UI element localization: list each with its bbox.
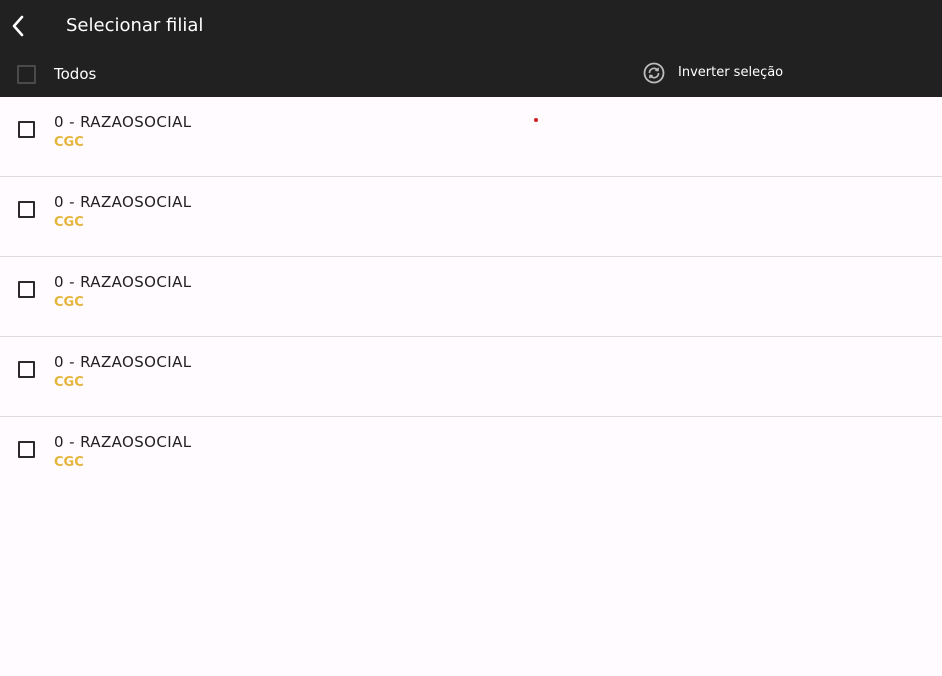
- list-item[interactable]: 0 - RAZAOSOCIAL CGC: [0, 417, 942, 497]
- app-bar: Selecionar filial Todos Inverter seleção: [0, 0, 942, 97]
- invert-selection-button[interactable]: Inverter seleção: [643, 61, 783, 85]
- select-all-toggle[interactable]: Todos: [0, 58, 300, 90]
- checkbox-unchecked-icon[interactable]: [18, 361, 35, 378]
- back-button[interactable]: [4, 8, 32, 44]
- item-title: 0 - RAZAOSOCIAL: [54, 193, 192, 211]
- item-title: 0 - RAZAOSOCIAL: [54, 113, 192, 131]
- list-item[interactable]: 0 - RAZAOSOCIAL CGC: [0, 337, 942, 417]
- item-title: 0 - RAZAOSOCIAL: [54, 433, 192, 451]
- list-item[interactable]: 0 - RAZAOSOCIAL CGC: [0, 97, 942, 177]
- checkbox-unchecked-icon[interactable]: [18, 281, 35, 298]
- list-item[interactable]: 0 - RAZAOSOCIAL CGC: [0, 177, 942, 257]
- item-subtitle: CGC: [54, 455, 84, 470]
- select-all-label: Todos: [54, 65, 97, 83]
- item-subtitle: CGC: [54, 375, 84, 390]
- invert-selection-label: Inverter seleção: [678, 65, 784, 80]
- list-item[interactable]: 0 - RAZAOSOCIAL CGC: [0, 257, 942, 337]
- chevron-left-icon: [12, 15, 24, 37]
- item-subtitle: CGC: [54, 135, 84, 150]
- checkbox-unchecked-icon[interactable]: [18, 121, 35, 138]
- item-title: 0 - RAZAOSOCIAL: [54, 353, 192, 371]
- item-subtitle: CGC: [54, 295, 84, 310]
- checkbox-unchecked-icon[interactable]: [18, 441, 35, 458]
- branch-list: 0 - RAZAOSOCIAL CGC 0 - RAZAOSOCIAL CGC …: [0, 97, 942, 497]
- swap-circle-icon: [643, 62, 665, 84]
- item-subtitle: CGC: [54, 215, 84, 230]
- indicator-dot: [534, 118, 538, 122]
- checkbox-unchecked-icon[interactable]: [18, 201, 35, 218]
- item-title: 0 - RAZAOSOCIAL: [54, 273, 192, 291]
- select-all-checkbox[interactable]: [17, 65, 36, 84]
- page-title: Selecionar filial: [66, 15, 204, 36]
